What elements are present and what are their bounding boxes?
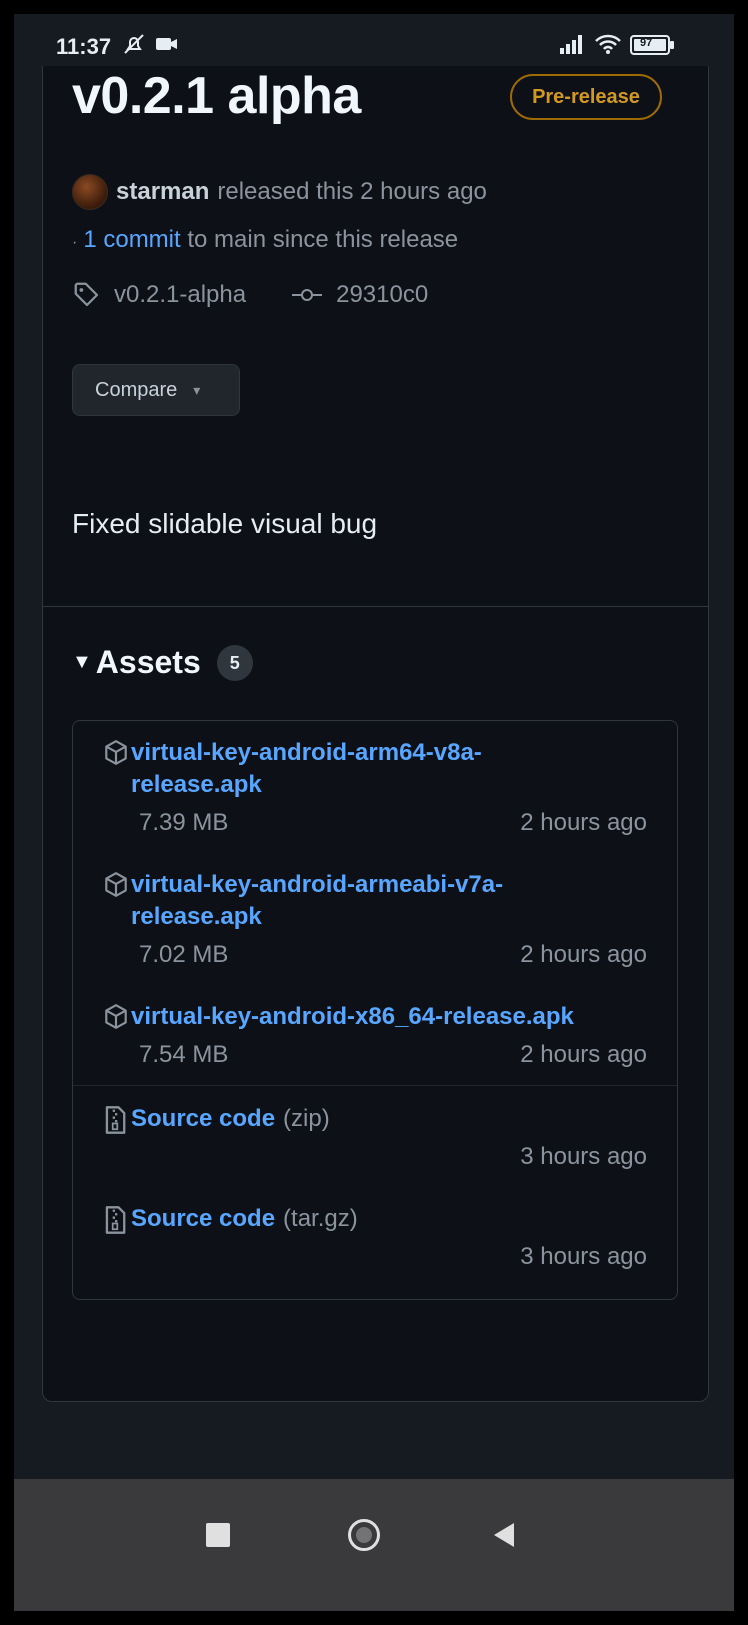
caret-down-icon: ▼ [72, 651, 92, 673]
divider [43, 606, 708, 607]
asset-item: Source code (tar.gz) 3 hours ago [73, 1187, 677, 1297]
release-title: v0.2.1 alpha [72, 67, 361, 125]
file-zip-icon [103, 1105, 127, 1140]
released-text: released this 2 hours ago [217, 178, 487, 205]
source-zip-link[interactable]: Source code (zip) [131, 1103, 571, 1135]
asset-item: virtual-key-android-armeabi-v7a-release.… [73, 853, 677, 985]
asset-time: 2 hours ago [520, 809, 647, 836]
recents-button[interactable] [206, 1523, 230, 1547]
asset-size: 7.39 MB [139, 809, 229, 836]
avatar[interactable] [72, 174, 108, 210]
git-commit-icon [292, 289, 323, 301]
system-nav-bar [14, 1479, 734, 1611]
author-row: starman released this 2 hours ago [72, 172, 487, 212]
tag-icon [74, 282, 99, 307]
asset-time: 2 hours ago [520, 1041, 647, 1068]
package-icon [103, 739, 129, 772]
asset-time: 3 hours ago [520, 1143, 647, 1170]
assets-title: Assets [95, 644, 201, 680]
assets-toggle[interactable]: ▼ Assets 5 [72, 644, 253, 681]
source-targz-label: Source code [131, 1205, 276, 1232]
file-zip-icon [103, 1205, 127, 1240]
source-zip-suffix: (zip) [283, 1105, 330, 1132]
asset-size: 7.54 MB [139, 1041, 229, 1068]
asset-time: 2 hours ago [520, 941, 647, 968]
asset-item: virtual-key-android-arm64-v8a-release.ap… [73, 721, 677, 853]
asset-time: 3 hours ago [520, 1243, 647, 1270]
video-icon [154, 32, 180, 61]
tag-link[interactable]: v0.2.1-alpha [72, 280, 246, 310]
asset-download-link[interactable]: virtual-key-android-arm64-v8a-release.ap… [131, 737, 571, 801]
meta-row: v0.2.1-alpha 29310c0 [72, 280, 472, 310]
prerelease-badge: Pre-release [510, 74, 662, 120]
asset-download-link[interactable]: virtual-key-android-armeabi-v7a-release.… [131, 869, 571, 933]
screen: 11:37 97 v0.2.1 alpha Pre-release starma… [14, 14, 734, 1611]
commit-sha-link[interactable]: 29310c0 [290, 281, 428, 309]
divider [73, 1085, 677, 1086]
assets-count-badge: 5 [216, 644, 253, 681]
chevron-down-icon: ▾ [193, 381, 201, 398]
commits-link[interactable]: 1 commit [83, 226, 180, 253]
home-button[interactable] [348, 1519, 380, 1551]
battery-icon: 97 [630, 34, 676, 61]
back-button[interactable] [494, 1523, 514, 1547]
battery-level: 97 [640, 37, 653, 49]
release-notes: Fixed slidable visual bug [72, 508, 378, 539]
author-link[interactable]: starman [116, 178, 209, 206]
package-icon [103, 871, 129, 904]
source-targz-link[interactable]: Source code (tar.gz) [131, 1203, 571, 1235]
status-bar: 11:37 97 [14, 14, 734, 66]
wifi-icon [594, 32, 622, 61]
signal-icon [558, 32, 586, 61]
asset-size: 7.02 MB [139, 941, 229, 968]
commit-row: · 1 commit to main since this release [72, 226, 458, 254]
source-targz-suffix: (tar.gz) [283, 1205, 358, 1232]
status-time: 11:37 [56, 34, 112, 59]
commit-sha: 29310c0 [336, 281, 429, 308]
compare-label: Compare [95, 378, 178, 401]
asset-item: virtual-key-android-x86_64-release.apk 7… [73, 985, 677, 1085]
notifications-off-icon [122, 32, 146, 61]
package-icon [103, 1003, 129, 1036]
assets-list: virtual-key-android-arm64-v8a-release.ap… [72, 720, 678, 1300]
compare-button[interactable]: Compare ▾ [72, 364, 240, 416]
asset-download-link[interactable]: virtual-key-android-x86_64-release.apk [131, 1001, 671, 1033]
tag-label: v0.2.1-alpha [114, 281, 247, 308]
asset-item: Source code (zip) 3 hours ago [73, 1087, 677, 1187]
source-zip-label: Source code [131, 1105, 276, 1132]
commits-text: to main since this release [187, 226, 459, 253]
commit-dot: · [72, 234, 78, 251]
